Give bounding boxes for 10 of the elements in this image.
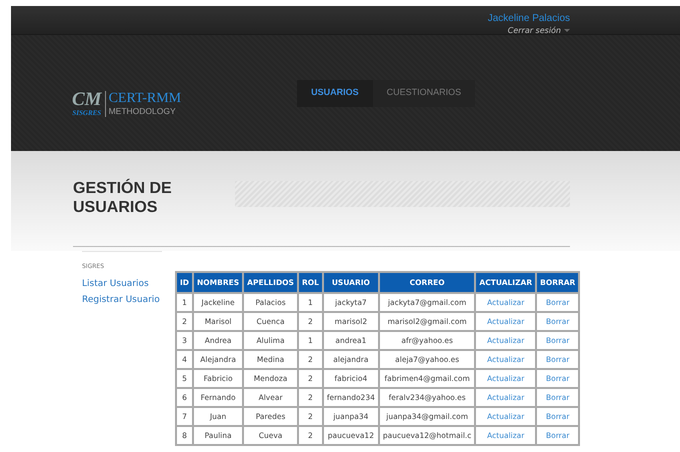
logo-subtitle: METHODOLOGY <box>108 106 177 116</box>
logout-link[interactable]: Cerrar sesión <box>508 26 570 35</box>
caret-icon <box>564 29 570 32</box>
sidebar-link[interactable]: Registrar Usuario <box>82 292 162 308</box>
nav-tab[interactable]: CUESTIONARIOS <box>372 80 476 107</box>
logo-mark: CM <box>72 91 102 109</box>
sidebar-link[interactable]: Listar Usuarios <box>82 276 162 292</box>
page-title: GESTIÓN DE USUARIOS <box>73 179 173 217</box>
user-name-link[interactable]: Jackeline Palacios <box>488 13 570 24</box>
logo-title: CERT-RMM <box>108 92 182 106</box>
